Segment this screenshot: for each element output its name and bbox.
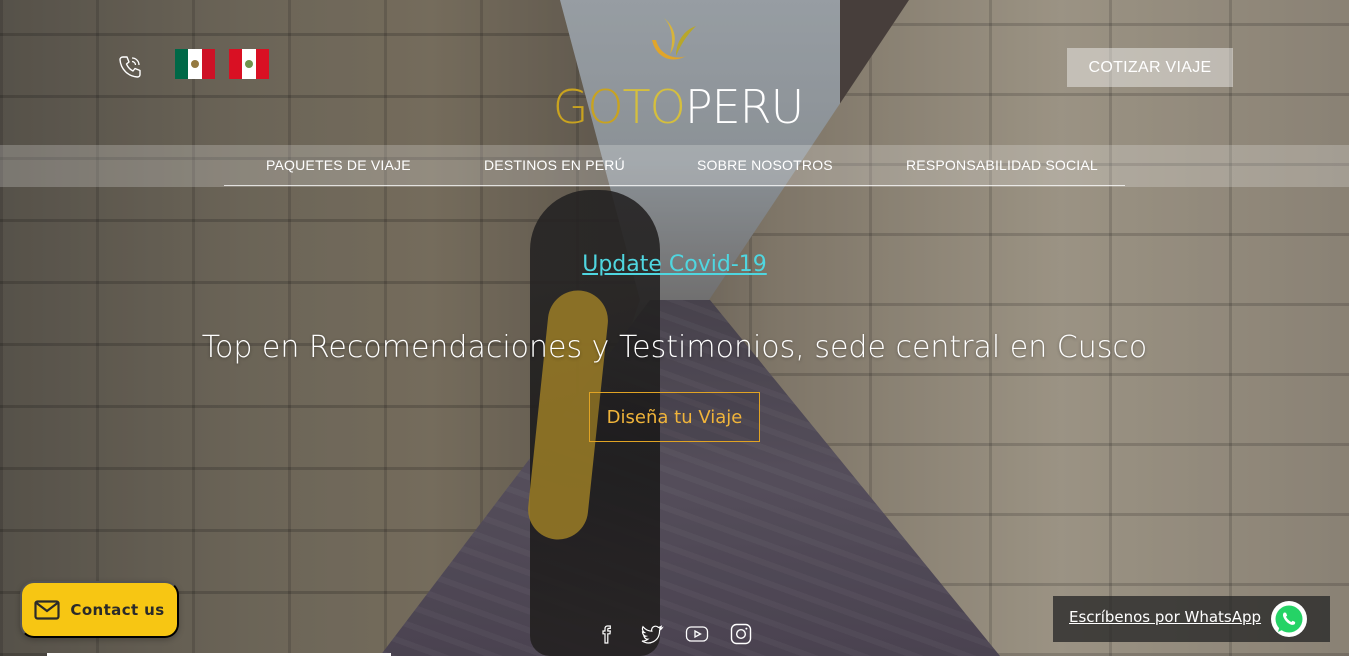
contact-us-label: Contact us	[70, 600, 165, 619]
phone-icon[interactable]	[117, 54, 143, 80]
twitter-icon[interactable]	[640, 622, 664, 646]
quote-trip-button[interactable]: COTIZAR VIAJE	[1067, 48, 1233, 87]
design-trip-button[interactable]: Diseña tu Viaje	[589, 392, 760, 442]
covid-update-link[interactable]: Update Covid-19	[0, 252, 1349, 277]
logo-text-go: GO	[552, 80, 624, 134]
facebook-icon[interactable]	[595, 622, 619, 646]
mail-icon	[34, 599, 61, 620]
nav-item-social-responsibility[interactable]: RESPONSABILIDAD SOCIAL	[906, 157, 1098, 173]
whatsapp-link[interactable]: Escríbenos por WhatsApp	[1069, 608, 1261, 626]
instagram-icon[interactable]	[729, 622, 753, 646]
hero-title: Top en Recomendaciones y Testimonios, se…	[201, 330, 1148, 365]
mexico-flag[interactable]	[175, 49, 215, 79]
contact-us-button[interactable]: Contact us	[20, 581, 179, 638]
logo-text-to: TO	[622, 80, 686, 134]
logo-text-peru: PERU	[684, 80, 804, 134]
whatsapp-widget[interactable]: Escríbenos por WhatsApp	[1053, 596, 1330, 642]
social-links	[595, 622, 755, 648]
nav-item-travel-packages[interactable]: PAQUETES DE VIAJE	[266, 157, 411, 173]
site-header: GOTOPERU COTIZAR VIAJE	[0, 0, 1349, 145]
youtube-icon[interactable]	[685, 622, 709, 646]
wheat-leaf-icon	[646, 12, 702, 70]
main-nav: PAQUETES DE VIAJE DESTINOS EN PERÚ SOBRE…	[0, 145, 1349, 187]
nav-item-destinations[interactable]: DESTINOS EN PERÚ	[484, 157, 625, 173]
gotoperu-logo[interactable]: GOTOPERU	[548, 10, 808, 134]
whatsapp-icon[interactable]	[1269, 599, 1309, 639]
nav-item-about-us[interactable]: SOBRE NOSOTROS	[697, 157, 833, 173]
nav-divider	[224, 185, 1125, 186]
peru-flag[interactable]	[229, 49, 269, 79]
